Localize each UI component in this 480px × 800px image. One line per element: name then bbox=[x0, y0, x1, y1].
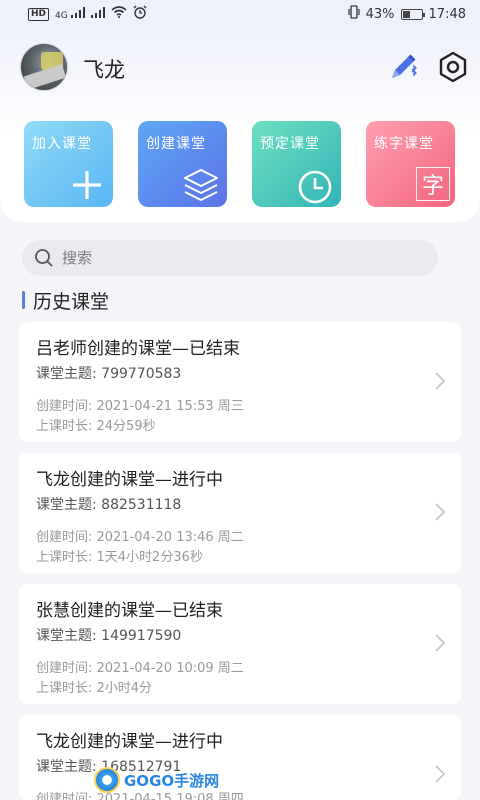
pen-bluetooth-icon[interactable] bbox=[386, 50, 420, 84]
history-card[interactable]: 飞龙创建的课堂—进行中 课堂主题: 168512791 创建时间: 2021-0… bbox=[19, 715, 461, 800]
history-card[interactable]: 飞龙创建的课堂—进行中 课堂主题: 882531118 创建时间: 2021-0… bbox=[19, 453, 461, 573]
search-bar[interactable] bbox=[22, 240, 438, 276]
class-title: 飞龙创建的课堂—进行中 bbox=[36, 732, 223, 752]
search-icon bbox=[35, 249, 53, 267]
watermark-text: GOGO手游网 bbox=[124, 771, 220, 790]
avatar[interactable] bbox=[20, 43, 68, 91]
history-title: 历史课堂 bbox=[33, 290, 110, 313]
watermark-emblem bbox=[94, 767, 120, 793]
handwriting-class-label: 练字课堂 bbox=[374, 136, 434, 152]
chevron-right-icon bbox=[435, 765, 446, 783]
class-topic: 课堂主题: 799770583 bbox=[36, 366, 182, 382]
class-created-time: 创建时间: 2021-04-20 13:46 周二 bbox=[36, 530, 244, 545]
battery-icon bbox=[400, 8, 425, 20]
class-created-time: 创建时间: 2021-04-20 10:09 周二 bbox=[36, 661, 244, 676]
handwriting-class-button[interactable]: 练字课堂 字 bbox=[366, 121, 455, 207]
header-panel: 飞龙 加入课堂 创建课堂 预定课堂 练字课堂 字 bbox=[0, 28, 480, 222]
battery-level bbox=[402, 10, 411, 18]
class-created-time: 创建时间: 2021-04-21 15:53 周三 bbox=[36, 399, 244, 414]
status-time: 17:48 bbox=[428, 6, 466, 22]
history-section-title: 历史课堂 bbox=[22, 288, 110, 313]
create-class-button[interactable]: 创建课堂 bbox=[138, 121, 227, 207]
status-bar: HD 4G 43% 17:48 bbox=[0, 0, 480, 28]
create-class-label: 创建课堂 bbox=[146, 136, 206, 152]
status-left: HD 4G bbox=[28, 5, 147, 23]
quick-actions: 加入课堂 创建课堂 预定课堂 练字课堂 字 bbox=[24, 121, 456, 207]
character-icon: 字 bbox=[416, 167, 450, 201]
alarm-icon bbox=[133, 5, 147, 23]
class-duration: 上课时长: 24分59秒 bbox=[36, 419, 156, 434]
hd-badge: HD bbox=[28, 7, 50, 21]
signal-icon-2 bbox=[90, 6, 105, 22]
class-topic: 课堂主题: 149917590 bbox=[36, 628, 182, 644]
username[interactable]: 飞龙 bbox=[83, 54, 125, 84]
wifi-icon bbox=[111, 6, 127, 22]
signal-icon: 4G bbox=[55, 7, 85, 21]
section-accent-bar bbox=[22, 291, 25, 309]
status-right: 43% 17:48 bbox=[348, 5, 466, 23]
watermark-logo: GOGO手游网 bbox=[94, 765, 219, 795]
class-title: 飞龙创建的课堂—进行中 bbox=[36, 470, 223, 490]
history-card[interactable]: 张慧创建的课堂—已结束 课堂主题: 149917590 创建时间: 2021-0… bbox=[19, 584, 461, 704]
hexagon-gear-icon[interactable] bbox=[436, 50, 470, 84]
class-title: 吕老师创建的课堂—已结束 bbox=[36, 339, 240, 359]
plus-icon bbox=[73, 171, 101, 199]
join-class-label: 加入课堂 bbox=[32, 136, 92, 152]
chevron-right-icon bbox=[435, 503, 446, 521]
chevron-right-icon bbox=[435, 372, 446, 390]
reserve-class-button[interactable]: 预定课堂 bbox=[252, 121, 341, 207]
vibrate-icon bbox=[348, 5, 360, 23]
history-card[interactable]: 吕老师创建的课堂—已结束 课堂主题: 799770583 创建时间: 2021-… bbox=[19, 322, 461, 442]
join-class-button[interactable]: 加入课堂 bbox=[24, 121, 113, 207]
class-title: 张慧创建的课堂—已结束 bbox=[36, 601, 223, 621]
reserve-class-label: 预定课堂 bbox=[260, 136, 320, 152]
class-topic: 课堂主题: 882531118 bbox=[36, 497, 182, 513]
battery-percent: 43% bbox=[365, 6, 395, 22]
chevron-right-icon bbox=[435, 634, 446, 652]
search-input[interactable] bbox=[62, 249, 422, 267]
layers-icon bbox=[184, 169, 218, 201]
class-duration: 上课时长: 2小时4分 bbox=[36, 681, 153, 696]
clock-icon bbox=[298, 170, 332, 204]
class-duration: 上课时长: 1天4小时2分36秒 bbox=[36, 550, 203, 565]
